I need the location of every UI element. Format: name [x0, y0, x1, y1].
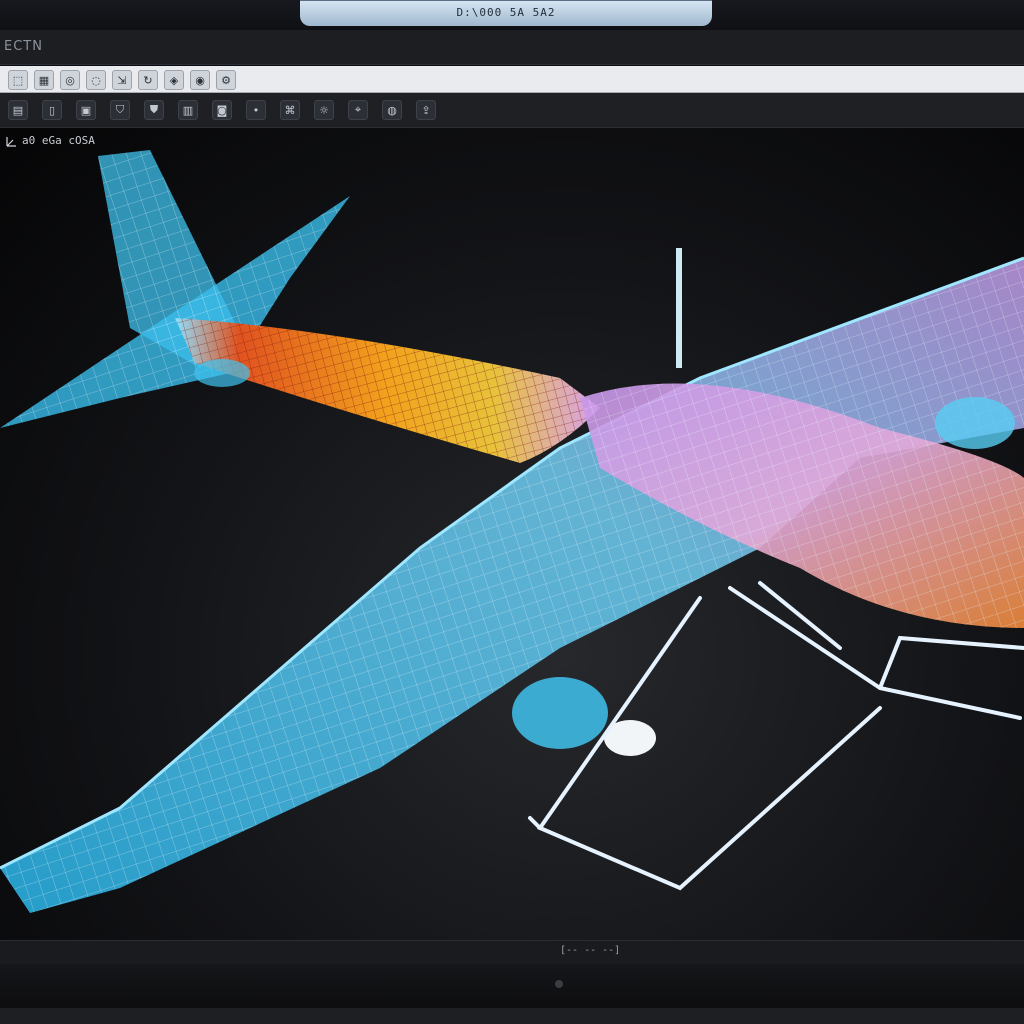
- landing-gear: [528, 581, 1024, 891]
- aircraft-model[interactable]: [0, 128, 1024, 940]
- power-indicator-icon: [555, 980, 563, 988]
- export-icon: ⇪: [421, 103, 431, 117]
- export-button[interactable]: ⇪: [416, 100, 436, 120]
- material-icon: ◍: [387, 103, 397, 117]
- light-icon: ☼: [319, 103, 329, 117]
- shield-button[interactable]: ⛉: [110, 100, 130, 120]
- scale-icon: ⇲: [117, 73, 127, 87]
- mesh-button[interactable]: ⌘: [280, 100, 300, 120]
- layers-button[interactable]: ▥: [178, 100, 198, 120]
- camera-button[interactable]: ◙: [212, 100, 232, 120]
- page-button[interactable]: ▯: [42, 100, 62, 120]
- status-bar: [-- -- --]: [0, 940, 1024, 965]
- orbit-button[interactable]: ◌: [86, 70, 106, 90]
- page-icon: ▯: [48, 103, 56, 117]
- rotate-button[interactable]: ↻: [138, 70, 158, 90]
- probe-icon: ⌖: [354, 103, 362, 116]
- app-title: ECTN: [4, 39, 43, 54]
- globe-icon: ◎: [65, 73, 75, 87]
- new-icon: ▤: [12, 103, 24, 117]
- mesh-icon: ⌘: [284, 103, 296, 117]
- grid-button[interactable]: ▦: [34, 70, 54, 90]
- material-button[interactable]: ◍: [382, 100, 402, 120]
- scale-button[interactable]: ⇲: [112, 70, 132, 90]
- light-button[interactable]: ☼: [314, 100, 334, 120]
- dot-icon: •: [252, 103, 260, 117]
- dot-button[interactable]: •: [246, 100, 266, 120]
- fuselage: [175, 318, 600, 463]
- shield-icon: ⛉: [115, 103, 125, 116]
- window-tab[interactable]: D:\000 5A 5A2: [300, 0, 712, 26]
- select-button[interactable]: ⬚: [8, 70, 28, 90]
- settings-button[interactable]: ⚙: [216, 70, 236, 90]
- camera-icon: ◙: [216, 103, 228, 117]
- settings-icon: ⚙: [221, 73, 231, 87]
- render-icon: ◈: [169, 73, 179, 87]
- view-button[interactable]: ◉: [190, 70, 210, 90]
- save-button[interactable]: ▣: [76, 100, 96, 120]
- 3d-viewport[interactable]: a0 eGa cOSA: [0, 128, 1024, 940]
- save-icon: ▣: [80, 103, 92, 117]
- rotate-icon: ↻: [143, 73, 153, 87]
- status-text: [-- -- --]: [560, 945, 621, 956]
- new-button[interactable]: ▤: [8, 100, 28, 120]
- app-titlebar: ECTN: [0, 30, 1024, 65]
- select-icon: ⬚: [12, 73, 24, 87]
- grid-icon: ▦: [38, 73, 50, 87]
- secondary-toolbar: ▤ ▯ ▣ ⛉ ⛊ ▥ ◙ • ⌘ ☼ ⌖ ◍ ⇪: [0, 93, 1024, 128]
- probe-button[interactable]: ⌖: [348, 100, 368, 120]
- layers-icon: ▥: [182, 103, 194, 117]
- monitor-top-bezel: D:\000 5A 5A2: [0, 0, 1024, 30]
- view-icon: ◉: [195, 73, 205, 87]
- globe-button[interactable]: ◎: [60, 70, 80, 90]
- monitor-base-strip: [0, 1008, 1024, 1024]
- antenna: [676, 248, 682, 368]
- shield-alt-button[interactable]: ⛊: [144, 100, 164, 120]
- window-tab-label: D:\000 5A 5A2: [456, 6, 556, 19]
- render-button[interactable]: ◈: [164, 70, 184, 90]
- monitor-bottom-bezel: [0, 964, 1024, 1024]
- orbit-icon: ◌: [91, 73, 101, 87]
- main-toolbar: ⬚ ▦ ◎ ◌ ⇲ ↻ ◈ ◉ ⚙: [0, 66, 1024, 93]
- shield-alt-icon: ⛊: [149, 103, 159, 116]
